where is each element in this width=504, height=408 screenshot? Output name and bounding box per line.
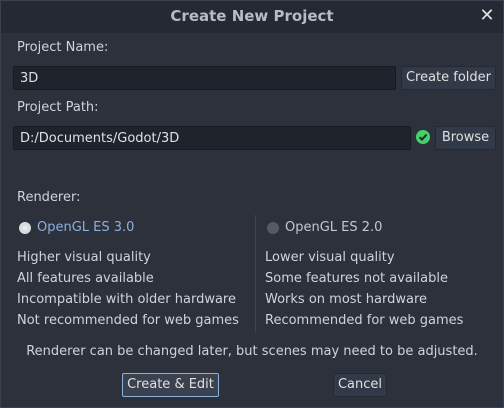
dialog-title: Create New Project (170, 7, 334, 25)
gles3-feature: Not recommended for web games (17, 313, 239, 328)
cancel-button[interactable]: Cancel (333, 373, 387, 397)
gles3-feature: Higher visual quality (17, 250, 151, 265)
dialog-titlebar: Create New Project ✕ (1, 1, 503, 33)
radio-selected-icon[interactable] (19, 222, 31, 234)
renderer-note: Renderer can be changed later, but scene… (26, 344, 478, 359)
project-name-input[interactable] (13, 66, 396, 90)
renderer-label: Renderer: (17, 190, 81, 205)
project-path-label: Project Path: (17, 100, 99, 115)
gles2-label[interactable]: OpenGL ES 2.0 (285, 220, 382, 235)
project-name-label: Project Name: (17, 40, 109, 55)
gles3-label[interactable]: OpenGL ES 3.0 (37, 220, 134, 235)
gles3-feature: Incompatible with older hardware (17, 292, 236, 307)
browse-button[interactable]: Browse (435, 126, 496, 150)
gles2-feature: Lower visual quality (265, 250, 395, 265)
gles2-feature: Some features not available (265, 271, 448, 286)
project-path-input[interactable] (13, 126, 411, 150)
gles2-feature: Recommended for web games (265, 313, 464, 328)
renderer-separator (255, 215, 256, 333)
create-edit-button[interactable]: Create & Edit (122, 373, 219, 397)
close-icon[interactable]: ✕ (475, 4, 499, 28)
check-circle-icon (416, 130, 430, 144)
create-project-dialog: Create New Project ✕ Project Name: Creat… (0, 0, 504, 408)
create-folder-button[interactable]: Create folder (401, 66, 496, 90)
gles3-feature: All features available (17, 271, 154, 286)
radio-unselected-icon[interactable] (267, 222, 279, 234)
gles2-feature: Works on most hardware (265, 292, 427, 307)
